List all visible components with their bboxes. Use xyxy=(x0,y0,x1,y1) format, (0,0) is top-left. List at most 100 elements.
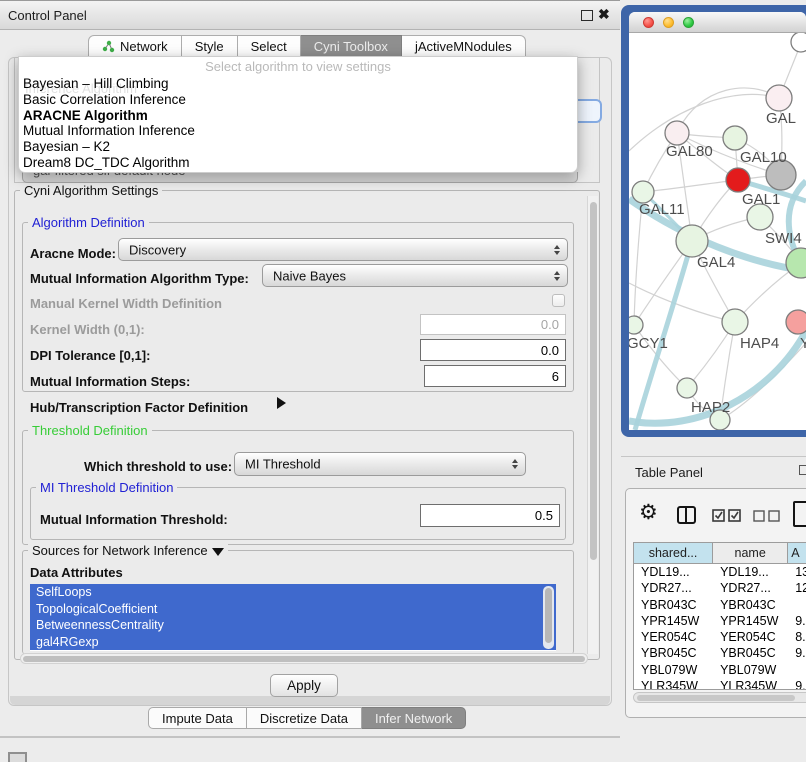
algorithm-option[interactable]: Dream8 DC_TDC Algorithm xyxy=(19,155,577,171)
network-node-hap2[interactable] xyxy=(677,378,697,398)
document-icon[interactable] xyxy=(793,501,806,527)
attribute-item[interactable]: gal4RGexp xyxy=(30,634,556,651)
attribute-item[interactable]: TopologicalCoefficient xyxy=(30,601,556,618)
settings-hscrollbar-thumb[interactable] xyxy=(23,656,585,662)
bottom-left-button[interactable] xyxy=(8,752,27,762)
table-cell xyxy=(788,662,806,678)
close-icon[interactable]: ✖ xyxy=(598,6,610,23)
tab-discretize-data[interactable]: Discretize Data xyxy=(247,707,362,729)
column-header-partial[interactable]: A xyxy=(788,543,806,564)
collapse-down-icon xyxy=(212,548,224,556)
tab-network[interactable]: Network xyxy=(88,35,182,58)
algorithm-dropdown-popup: Select algorithm to view settings Infere… xyxy=(18,56,578,173)
table-row[interactable]: YBR045CYBR045C9. xyxy=(634,645,806,661)
attributes-vscrollbar-thumb[interactable] xyxy=(545,588,552,643)
table-cell: YDL19... xyxy=(713,564,788,580)
close-traffic-light-icon[interactable] xyxy=(643,17,654,28)
dpi-tolerance-field[interactable]: 0.0 xyxy=(420,339,566,361)
table-row[interactable]: YER054CYER054C8. xyxy=(634,629,806,645)
network-selector-combo-fragment[interactable]: gal-filtered sif default node xyxy=(22,172,578,183)
table-cell: 9. xyxy=(788,678,806,690)
mi-threshold-field[interactable]: 0.5 xyxy=(420,504,560,527)
table-row[interactable]: YDR27...YDR27...12 xyxy=(634,580,806,596)
table-cell: 9. xyxy=(788,645,806,661)
table-cell: YBL079W xyxy=(713,662,788,678)
node-table[interactable]: shared... name A YDL19...YDL19...13YDR27… xyxy=(633,542,806,690)
network-node-gal10[interactable] xyxy=(723,126,747,150)
aracne-mode-label: Aracne Mode: xyxy=(30,246,116,261)
unchecked-pair-icon[interactable] xyxy=(753,510,781,522)
network-node-gal[interactable] xyxy=(766,85,792,111)
network-node-hap4[interactable] xyxy=(722,309,748,335)
network-window[interactable]: GALGAL80GAL10GAL1GAL11SWI4GAL4GCY1HAP4YH… xyxy=(629,12,806,430)
float-panel-icon[interactable] xyxy=(581,10,593,21)
network-node[interactable] xyxy=(791,33,806,52)
algorithm-option[interactable]: Bayesian – K2 xyxy=(19,139,577,155)
network-window-titlebar[interactable] xyxy=(629,12,806,33)
network-node[interactable] xyxy=(786,248,806,278)
table-hscrollbar[interactable] xyxy=(633,692,806,703)
minimize-traffic-light-icon[interactable] xyxy=(663,17,674,28)
table-row[interactable]: YDL19...YDL19...13 xyxy=(634,564,806,580)
tab-jactivemnodules[interactable]: jActiveMNodules xyxy=(402,35,526,58)
column-header-name[interactable]: name xyxy=(713,543,788,564)
table-cell: YER054C xyxy=(713,629,788,645)
node-label: GAL80 xyxy=(666,143,713,160)
mi-type-combo[interactable]: Naive Bayes xyxy=(262,264,568,287)
tab-impute-data[interactable]: Impute Data xyxy=(148,707,247,729)
network-node-gal11[interactable] xyxy=(632,181,654,203)
attributes-vscrollbar[interactable] xyxy=(543,586,554,649)
network-edge[interactable] xyxy=(629,283,735,322)
network-node-gcy1[interactable] xyxy=(629,316,643,334)
table-body: YDL19...YDL19...13YDR27...YDR27...12YBR0… xyxy=(634,564,806,690)
expand-right-icon[interactable] xyxy=(277,397,286,409)
algorithm-combo-fragment[interactable] xyxy=(576,99,602,123)
table-cell: YDR27... xyxy=(634,580,713,596)
tab-cyni-toolbox[interactable]: Cyni Toolbox xyxy=(301,35,402,58)
network-canvas[interactable]: GALGAL80GAL10GAL1GAL11SWI4GAL4GCY1HAP4YH… xyxy=(629,33,806,430)
settings-vscrollbar-thumb[interactable] xyxy=(590,202,597,560)
gear-icon[interactable]: ⚙ xyxy=(639,502,658,523)
columns-icon[interactable] xyxy=(677,506,696,524)
table-cell: YBR045C xyxy=(634,645,713,661)
algorithm-option[interactable]: ARACNE Algorithm xyxy=(19,108,577,124)
network-edge[interactable] xyxy=(643,180,738,192)
data-attributes-list[interactable]: SelfLoopsTopologicalCoefficientBetweenne… xyxy=(30,584,556,651)
mi-threshold-group-title: MI Threshold Definition xyxy=(36,481,177,494)
combo-stepper-icon xyxy=(554,271,560,281)
manual-kernel-checkbox[interactable] xyxy=(552,294,565,307)
mi-steps-field[interactable]: 6 xyxy=(424,365,566,387)
kernel-width-field[interactable]: 0.0 xyxy=(420,314,566,335)
algorithm-option[interactable]: Mutual Information Inference xyxy=(19,123,577,139)
network-node-gal1[interactable] xyxy=(726,168,750,192)
network-node-gal80[interactable] xyxy=(665,121,689,145)
table-cell: YPR145W xyxy=(634,613,713,629)
table-row[interactable]: YLR345WYLR345W9. xyxy=(634,678,806,690)
network-node-y[interactable] xyxy=(786,310,806,334)
which-threshold-combo[interactable]: MI Threshold xyxy=(234,452,526,476)
float-panel-icon[interactable] xyxy=(799,465,806,475)
table-row[interactable]: YPR145WYPR145W9. xyxy=(634,613,806,629)
node-label: HAP2 xyxy=(691,399,730,416)
sources-title[interactable]: Sources for Network Inference xyxy=(28,544,228,557)
checked-pair-icon[interactable] xyxy=(712,508,742,522)
apply-button[interactable]: Apply xyxy=(270,674,338,697)
table-row[interactable]: YBL079WYBL079W xyxy=(634,662,806,678)
tab-select[interactable]: Select xyxy=(238,35,301,58)
attribute-item[interactable]: BetweennessCentrality xyxy=(30,617,556,634)
aracne-mode-combo[interactable]: Discovery xyxy=(118,238,568,261)
mi-threshold-label: Mutual Information Threshold: xyxy=(40,512,228,527)
hub-definition-label[interactable]: Hub/Transcription Factor Definition xyxy=(30,400,248,415)
settings-vscrollbar[interactable] xyxy=(587,196,598,654)
tab-style[interactable]: Style xyxy=(182,35,238,58)
settings-hscrollbar[interactable] xyxy=(20,653,588,664)
node-label: GCY1 xyxy=(629,335,668,352)
table-cell: YDR27... xyxy=(713,580,788,596)
attribute-item[interactable]: SelfLoops xyxy=(30,584,556,601)
table-hscrollbar-thumb[interactable] xyxy=(637,695,795,701)
column-header-shared-name[interactable]: shared... xyxy=(634,543,713,564)
zoom-traffic-light-icon[interactable] xyxy=(683,17,694,28)
tab-infer-network[interactable]: Infer Network xyxy=(362,707,466,729)
network-node-gal4[interactable] xyxy=(676,225,708,257)
table-row[interactable]: YBR043CYBR043C xyxy=(634,597,806,613)
